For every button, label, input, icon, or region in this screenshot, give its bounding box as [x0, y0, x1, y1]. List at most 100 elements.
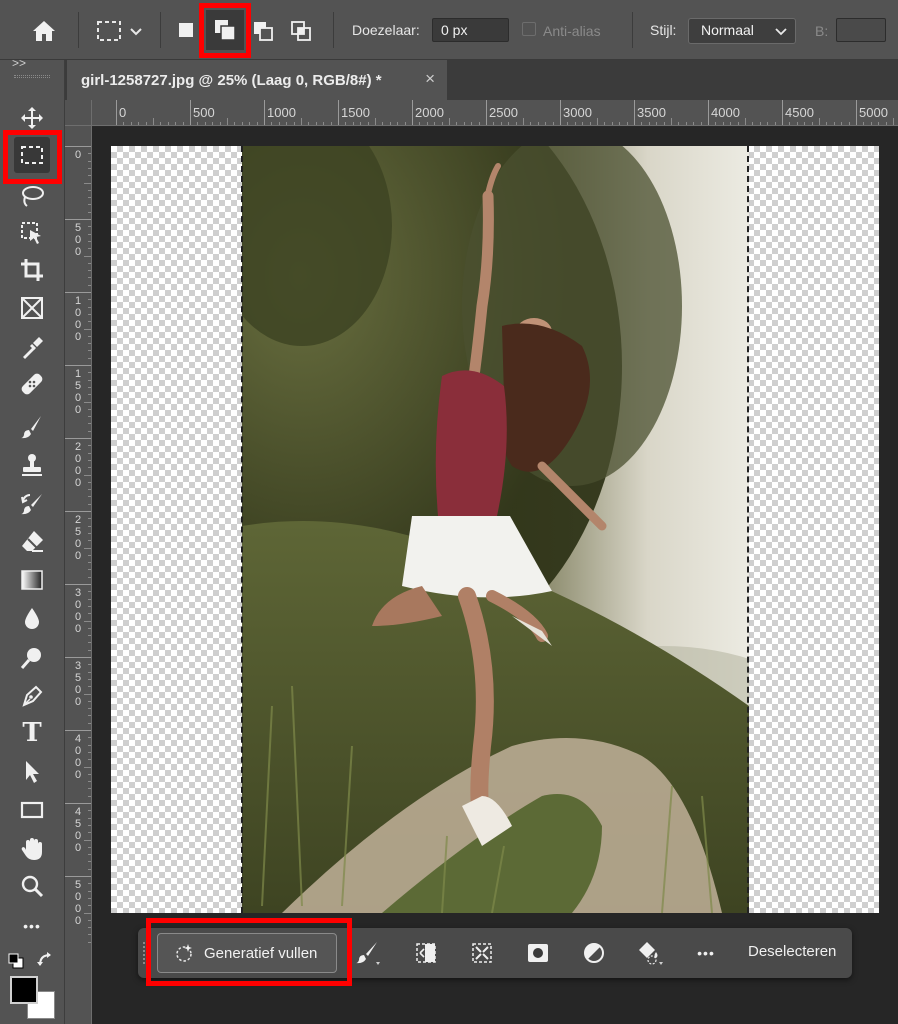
swap-colors-button[interactable]	[36, 951, 54, 969]
ruler-minor-tick	[671, 118, 672, 125]
generative-fill-button[interactable]: Generatief vullen	[157, 933, 337, 973]
ruler-minor-tick	[804, 122, 806, 125]
document-tab[interactable]: girl-1258727.jpg @ 25% (Laag 0, RGB/8#) …	[67, 60, 447, 100]
ruler-minor-tick	[819, 118, 820, 125]
invert-selection-button[interactable]	[410, 938, 442, 968]
subtract-selection-icon	[254, 22, 273, 41]
dodge-tool[interactable]	[14, 640, 50, 676]
rectangle-tool[interactable]	[14, 792, 50, 828]
fill-selection-button[interactable]	[634, 938, 666, 968]
ruler-tick-label: 5000	[859, 105, 888, 120]
feather-input[interactable]: 0 px	[432, 18, 509, 42]
task-bar-grip[interactable]	[143, 942, 146, 964]
zoom-tool[interactable]	[14, 868, 50, 904]
ruler-minor-tick	[175, 122, 177, 125]
more-tools[interactable]: •••	[14, 908, 50, 944]
ruler-tick-label: 5000	[75, 879, 82, 927]
ruler-minor-tick	[84, 620, 91, 622]
ruler-minor-tick	[471, 122, 473, 125]
ruler-minor-tick	[582, 122, 584, 125]
spot-healing-tool[interactable]	[14, 366, 50, 402]
close-icon[interactable]: ×	[425, 69, 435, 89]
rectangular-marquee-tool[interactable]	[14, 137, 50, 173]
style-select[interactable]: Normaal	[688, 18, 796, 44]
frame-tool[interactable]	[14, 290, 50, 326]
blur-tool[interactable]	[14, 600, 50, 636]
gradient-icon	[21, 570, 43, 590]
eyedropper-tool[interactable]	[14, 330, 50, 366]
antialias-checkbox[interactable]	[522, 22, 536, 36]
transform-selection-button[interactable]	[466, 938, 498, 968]
new-selection-button[interactable]	[172, 16, 200, 44]
collapse-toolbar-button[interactable]: >>	[12, 56, 26, 70]
ruler-minor-tick	[597, 118, 598, 125]
ruler-tick-label: 2000	[415, 105, 444, 120]
ruler-minor-tick	[227, 118, 228, 125]
more-options-button[interactable]: •••	[690, 938, 722, 968]
ruler-minor-tick	[84, 766, 91, 768]
eraser-tool[interactable]	[14, 523, 50, 559]
subtract-from-selection-button[interactable]	[248, 16, 278, 46]
ruler-minor-tick	[737, 122, 739, 125]
ruler-tick-label: 0	[75, 149, 82, 161]
clone-stamp-tool[interactable]	[14, 447, 50, 483]
ruler-minor-tick	[537, 122, 539, 125]
crop-tool[interactable]	[14, 252, 50, 288]
adjustment-layer-button[interactable]	[578, 938, 610, 968]
ruler-tick-label: 3500	[75, 660, 82, 708]
tool-preset-picker[interactable]	[90, 14, 148, 48]
rectangular-marquee-icon	[21, 146, 43, 164]
transform-selection-icon	[472, 943, 492, 963]
lasso-tool[interactable]	[14, 178, 50, 214]
ruler-minor-tick	[893, 118, 894, 125]
ruler-minor-tick	[145, 122, 147, 125]
toolbar-grip	[14, 75, 50, 78]
ruler-minor-tick	[604, 122, 606, 125]
path-selection-tool[interactable]	[14, 753, 50, 789]
ruler-minor-tick	[611, 122, 613, 125]
deselect-button[interactable]: Deselecteren	[748, 943, 836, 960]
home-button[interactable]	[24, 14, 64, 48]
spot-healing-icon	[21, 373, 43, 395]
horizontal-ruler: 0 500 1000 1500 2000 2500 3000 3500 4000 4500 5000	[92, 100, 898, 126]
invert-selection-icon	[416, 943, 436, 963]
transparent-area-left	[111, 146, 242, 913]
hand-tool[interactable]	[14, 831, 50, 867]
mask-button[interactable]	[522, 938, 554, 968]
ruler-minor-tick	[730, 122, 732, 125]
intersect-selection-button[interactable]	[286, 16, 316, 46]
options-bar: Doezelaar: 0 px Anti-alias Stijl: Normaa…	[0, 0, 898, 60]
width-input[interactable]	[836, 18, 886, 42]
type-tool[interactable]: T	[14, 715, 50, 751]
object-selection-tool[interactable]	[14, 215, 50, 251]
ruler-minor-tick	[796, 122, 798, 125]
brush-tool[interactable]	[14, 409, 50, 445]
foreground-color-swatch[interactable]	[10, 976, 38, 1004]
ruler-minor-tick	[286, 122, 288, 125]
selection-marquee-right	[747, 146, 749, 913]
default-colors-button[interactable]	[8, 953, 24, 969]
ruler-minor-tick	[330, 122, 332, 125]
document-canvas[interactable]	[111, 146, 879, 913]
pen-tool[interactable]	[14, 678, 50, 714]
divider	[78, 12, 79, 48]
ruler-tick	[65, 511, 91, 512]
ruler-minor-tick	[700, 122, 702, 125]
ruler-minor-tick	[552, 122, 554, 125]
ruler-tick	[65, 438, 91, 439]
frame-icon	[21, 297, 43, 319]
move-tool[interactable]	[14, 100, 50, 136]
ruler-minor-tick	[271, 122, 273, 125]
gradient-tool[interactable]	[14, 562, 50, 598]
ruler-minor-tick	[493, 122, 495, 125]
ruler-tick-label: 500	[75, 222, 82, 258]
ruler-minor-tick	[789, 122, 791, 125]
ruler-minor-tick	[345, 122, 347, 125]
modify-selection-button[interactable]	[352, 938, 384, 968]
add-to-selection-button[interactable]	[206, 10, 244, 50]
selection-marquee-left	[241, 146, 243, 913]
history-brush-tool[interactable]	[14, 486, 50, 522]
ruler-minor-tick	[352, 122, 354, 125]
ruler-minor-tick	[153, 118, 154, 125]
home-icon	[33, 21, 55, 41]
